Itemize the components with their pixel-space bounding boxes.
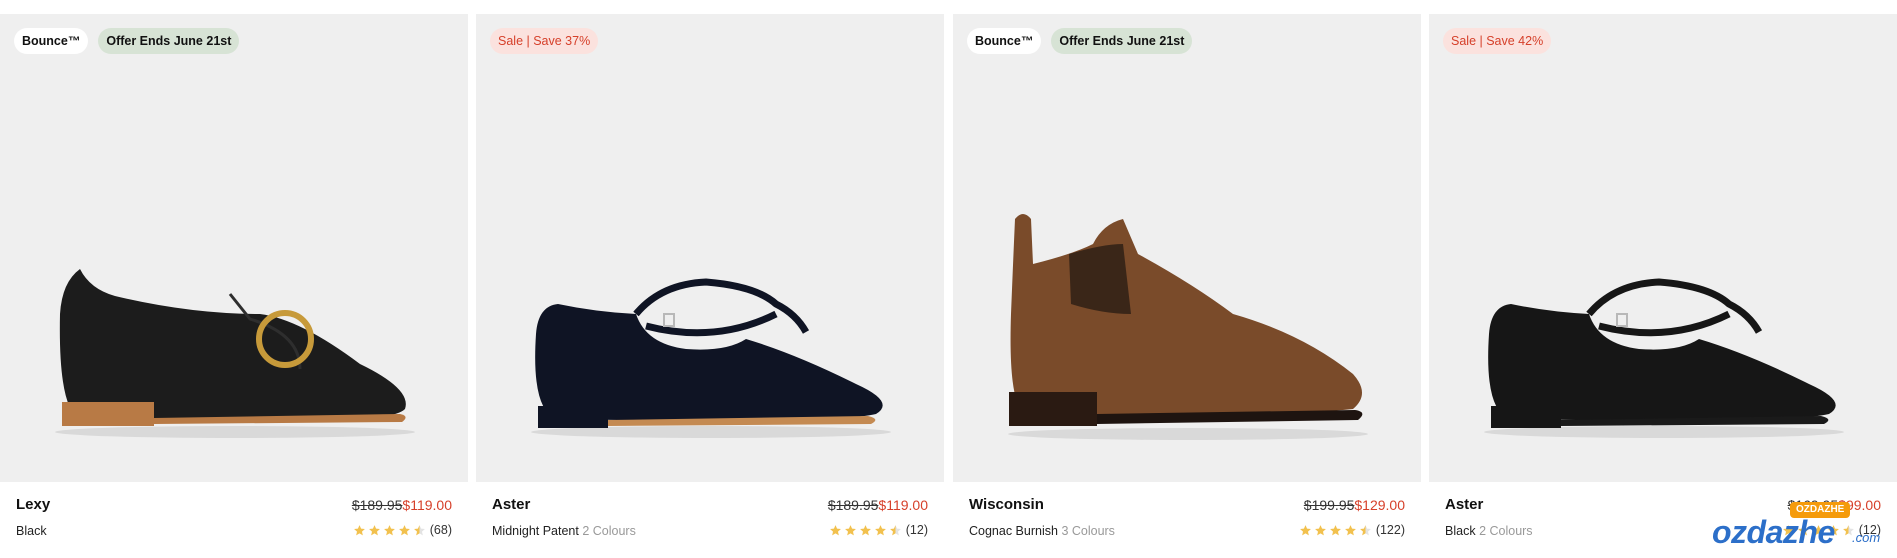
- product-image-area[interactable]: Bounce™ Offer Ends June 21st: [0, 14, 468, 482]
- colour-count[interactable]: 2 Colours: [582, 524, 636, 538]
- product-image-area[interactable]: Sale | Save 42%: [1429, 14, 1897, 482]
- product-name[interactable]: Lexy: [16, 496, 50, 513]
- star-icon: [859, 524, 871, 535]
- badge-group: Sale | Save 37%: [490, 28, 599, 54]
- star-icon: [1359, 524, 1371, 535]
- product-image: [531, 278, 891, 438]
- color-name: Black: [16, 524, 47, 538]
- product-name[interactable]: Aster: [492, 496, 530, 513]
- product-badge: Bounce™: [967, 28, 1042, 54]
- product-rating[interactable]: (122): [1299, 523, 1405, 537]
- star-icon: [413, 524, 425, 535]
- original-price: $189.95: [827, 497, 879, 513]
- product-image-area[interactable]: Bounce™ Offer Ends June 21st: [953, 14, 1421, 482]
- product-name[interactable]: Aster: [1445, 496, 1483, 513]
- product-badge: Sale | Save 37%: [490, 28, 599, 54]
- product-rating[interactable]: (12): [829, 523, 928, 537]
- color-name: Cognac Burnish: [969, 524, 1058, 538]
- badge-group: Bounce™ Offer Ends June 21st: [14, 28, 240, 54]
- product-image-area[interactable]: Sale | Save 37%: [476, 14, 944, 482]
- star-icon: [889, 524, 901, 535]
- watermark-suffix: .com: [1852, 530, 1881, 545]
- colour-count[interactable]: 3 Colours: [1061, 524, 1115, 538]
- product-name[interactable]: Wisconsin: [969, 496, 1044, 513]
- product-price: $189.95$119.00: [352, 497, 452, 513]
- star-icon: [353, 524, 365, 535]
- star-icon: [383, 524, 395, 535]
- star-icon: [874, 524, 886, 535]
- star-icon: [1314, 524, 1326, 535]
- product-price: $189.95$119.00: [828, 497, 928, 513]
- product-image: [1484, 278, 1844, 438]
- original-price: $189.95: [351, 497, 403, 513]
- rating-stars: [353, 524, 426, 537]
- product-rating[interactable]: (68): [353, 523, 452, 537]
- star-icon: [1329, 524, 1341, 535]
- product-price: $199.95$129.00: [1304, 497, 1405, 513]
- product-badge: Sale | Save 42%: [1443, 28, 1552, 54]
- product-color: Midnight Patent 2 Colours: [492, 524, 636, 538]
- star-icon: [844, 524, 856, 535]
- rating-stars: [1299, 524, 1372, 537]
- product-image: [55, 269, 415, 438]
- sale-price: $129.00: [1354, 497, 1405, 513]
- review-count: (12): [905, 523, 928, 537]
- product-image: [1008, 214, 1368, 440]
- badge-group: Bounce™ Offer Ends June 21st: [967, 28, 1193, 54]
- product-grid: Bounce™ Offer Ends June 21st Lexy $189.95…: [0, 14, 1897, 558]
- rating-stars: [829, 524, 902, 537]
- original-price: $199.95: [1303, 497, 1355, 513]
- color-name: Midnight Patent: [492, 524, 579, 538]
- product-card[interactable]: Sale | Save 42% Aster $169.95$99.00 Blac…: [1429, 14, 1897, 558]
- star-icon: [1299, 524, 1311, 535]
- sale-price: $119.00: [402, 497, 452, 513]
- product-badge: Offer Ends June 21st: [98, 28, 240, 54]
- product-color: Cognac Burnish 3 Colours: [969, 524, 1115, 538]
- product-card[interactable]: Bounce™ Offer Ends June 21st Lexy $189.95…: [0, 14, 468, 558]
- product-card[interactable]: Bounce™ Offer Ends June 21st Wisconsin $1…: [953, 14, 1421, 558]
- colour-count[interactable]: 2 Colours: [1479, 524, 1533, 538]
- badge-group: Sale | Save 42%: [1443, 28, 1552, 54]
- product-card[interactable]: Sale | Save 37% Aster $189.95$119.00 Mid…: [476, 14, 944, 558]
- watermark-logo: OZDAZHE ozdazhe .com: [1712, 500, 1892, 556]
- star-icon: [398, 524, 410, 535]
- watermark-brand: ozdazhe: [1712, 514, 1835, 550]
- star-icon: [829, 524, 841, 535]
- product-color: Black 2 Colours: [1445, 524, 1533, 538]
- product-badge: Offer Ends June 21st: [1051, 28, 1193, 54]
- star-icon: [368, 524, 380, 535]
- review-count: (68): [429, 523, 452, 537]
- product-badge: Bounce™: [14, 28, 89, 54]
- product-color: Black: [16, 524, 47, 538]
- star-icon: [1344, 524, 1356, 535]
- review-count: (122): [1375, 523, 1405, 537]
- color-name: Black: [1445, 524, 1476, 538]
- sale-price: $119.00: [878, 497, 928, 513]
